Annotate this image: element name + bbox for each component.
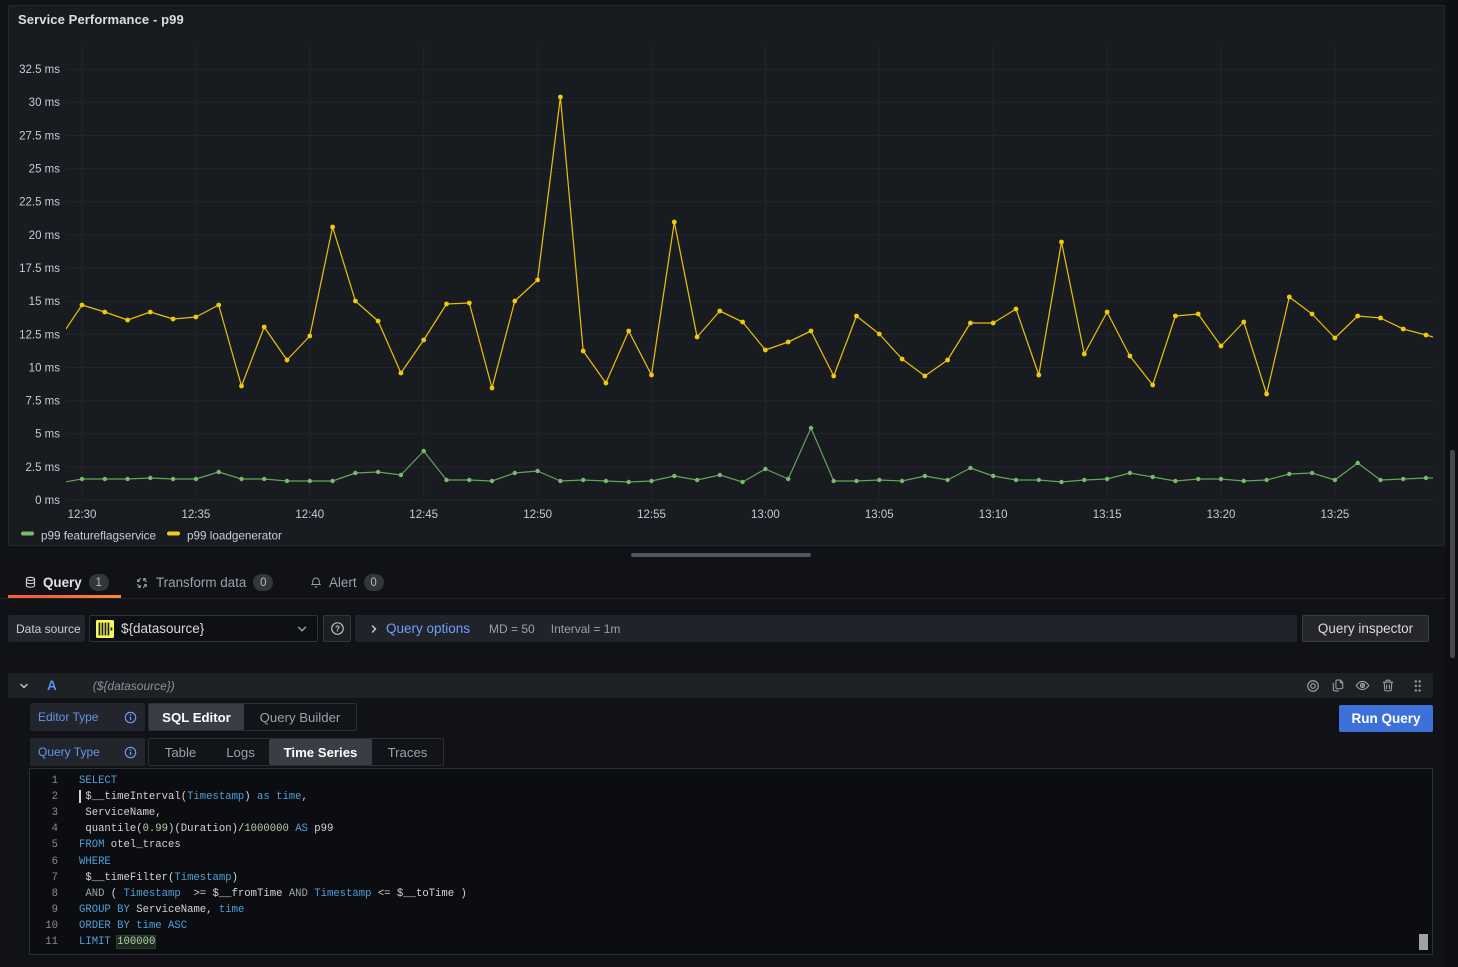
svg-text:p99 loadgenerator: p99 loadgenerator <box>187 530 282 543</box>
svg-text:2.5 ms: 2.5 ms <box>25 462 60 474</box>
svg-text:12:30: 12:30 <box>68 509 97 521</box>
svg-text:13:25: 13:25 <box>1321 509 1350 521</box>
svg-text:32.5 ms: 32.5 ms <box>19 64 60 76</box>
svg-text:12:50: 12:50 <box>523 509 552 521</box>
svg-text:30 ms: 30 ms <box>29 97 61 109</box>
svg-text:12.5 ms: 12.5 ms <box>19 329 60 341</box>
svg-text:12:35: 12:35 <box>182 509 211 521</box>
svg-text:20 ms: 20 ms <box>29 230 61 242</box>
svg-text:13:00: 13:00 <box>751 509 780 521</box>
svg-text:7.5 ms: 7.5 ms <box>25 396 60 408</box>
svg-text:27.5 ms: 27.5 ms <box>19 130 60 142</box>
svg-text:?: ? <box>334 624 339 634</box>
svg-text:12:55: 12:55 <box>637 509 666 521</box>
svg-text:13:20: 13:20 <box>1207 509 1236 521</box>
svg-text:12:45: 12:45 <box>409 509 438 521</box>
svg-text:5 ms: 5 ms <box>35 429 60 441</box>
svg-text:0 ms: 0 ms <box>35 495 60 507</box>
svg-text:13:10: 13:10 <box>979 509 1008 521</box>
svg-text:10 ms: 10 ms <box>29 362 61 374</box>
svg-text:13:15: 13:15 <box>1093 509 1122 521</box>
svg-text:12:40: 12:40 <box>295 509 324 521</box>
svg-text:25 ms: 25 ms <box>29 164 61 176</box>
svg-text:13:05: 13:05 <box>865 509 894 521</box>
svg-text:15 ms: 15 ms <box>29 296 61 308</box>
svg-text:p99 featureflagservice: p99 featureflagservice <box>41 530 156 543</box>
svg-text:17.5 ms: 17.5 ms <box>19 263 60 275</box>
svg-text:22.5 ms: 22.5 ms <box>19 197 60 209</box>
